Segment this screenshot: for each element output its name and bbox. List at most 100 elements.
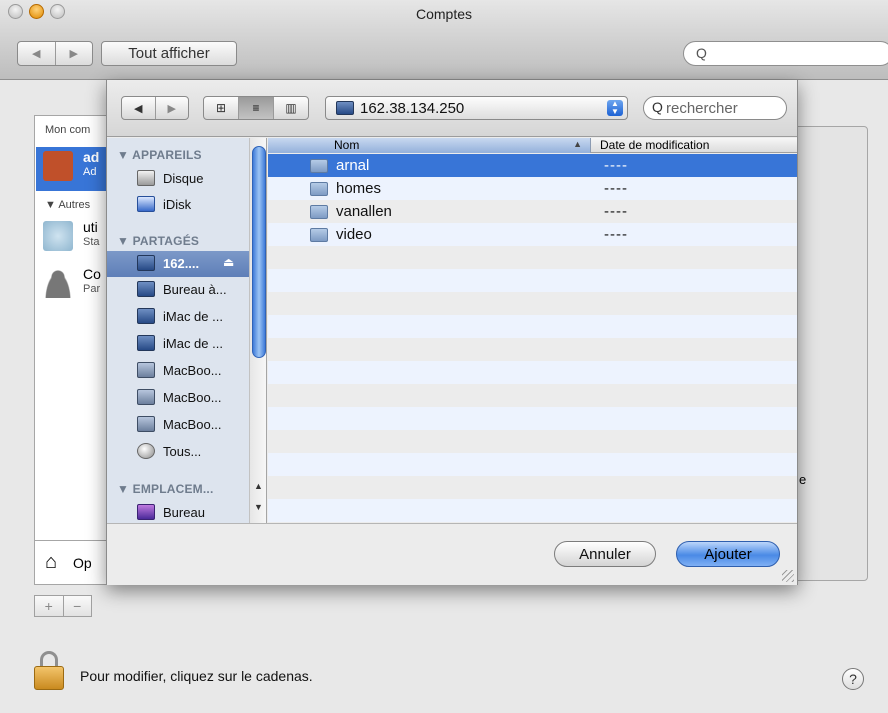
preferences-search-input[interactable]: Q [683,41,888,66]
sidebar-item-imac-1[interactable]: iMac de ... [107,304,249,330]
column-name-header[interactable]: Nom ▲ [268,138,591,153]
hidden-text-fragment: e [799,472,807,487]
home-icon: ⌂ [45,551,58,573]
empty-row [268,407,797,430]
accounts-window: Comptes ◀ ▶ Tout afficher Q Mon com ad A… [0,0,888,713]
file-list: Nom ▲ Date de modification arnal ---- ho… [268,138,797,523]
empty-row [268,246,797,269]
show-all-button[interactable]: Tout afficher [101,41,237,66]
empty-row [268,361,797,384]
sheet-search-input[interactable]: Q rechercher [643,96,787,120]
sheet-button-bar: Annuler Ajouter [107,523,797,585]
empty-row [268,476,797,499]
list-view-icon[interactable]: ≡ [238,97,273,119]
sheet-back-forward: ◀ ▶ [121,96,189,120]
window-title: Comptes [415,6,473,22]
scroll-up-icon[interactable]: ▲ [254,481,263,491]
back-arrow-icon[interactable]: ◀ [122,97,155,119]
server-icon [336,101,354,115]
sort-ascending-icon: ▲ [573,139,582,149]
sidebar-item-idisk[interactable]: iDisk [107,192,249,218]
file-row[interactable]: arnal ---- [268,154,797,177]
forward-arrow-icon[interactable]: ▶ [54,42,93,65]
my-account-header: Mon com [45,124,91,136]
help-button[interactable]: ? [842,668,864,690]
lock-icon[interactable] [34,651,64,691]
other-accounts-header: ▼ Autres [45,199,91,211]
guest-avatar [43,268,73,298]
resize-grip-icon[interactable] [782,570,794,582]
empty-row [268,453,797,476]
sidebar-item-bureau-distant[interactable]: Bureau à... [107,277,249,303]
sidebar-scroll-thumb[interactable] [252,146,266,358]
open-sheet: ◀ ▶ ⊞ ≡ ▥ 162.38.134.250 ▲ ▼ Q rechercher… [106,80,798,585]
file-list-header: Nom ▲ Date de modification [268,138,797,153]
empty-row [268,292,797,315]
icon-view-icon[interactable]: ⊞ [204,97,238,119]
user-role: Sta [83,236,100,248]
admin-name: ad [83,149,100,165]
places-header[interactable]: ▼ EMPLACEM... [117,482,213,496]
sidebar-item-macbook-2[interactable]: MacBoo... [107,385,249,411]
sidebar-item-server[interactable]: 162.... ⏏ [107,251,249,277]
server-icon [137,255,155,271]
sheet-toolbar: ◀ ▶ ⊞ ≡ ▥ 162.38.134.250 ▲ ▼ Q rechercher [107,80,797,137]
monitor-icon [137,281,155,297]
sidebar-item-bureau[interactable]: Bureau [107,500,249,523]
file-rows: arnal ---- homes ---- vanallen ---- vide… [268,154,797,523]
disk-icon [137,170,155,186]
sidebar-item-imac-2[interactable]: iMac de ... [107,331,249,357]
login-options-label: Op [73,555,92,571]
search-icon: Q [652,99,663,115]
titlebar: Comptes ◀ ▶ Tout afficher Q [0,0,888,80]
eject-icon[interactable]: ⏏ [223,255,234,269]
back-forward-control: ◀ ▶ [17,41,93,66]
sidebar-item-all[interactable]: Tous... [107,439,249,465]
laptop-icon [137,362,155,378]
file-row[interactable]: video ---- [268,223,797,246]
folder-icon [310,228,328,242]
folder-icon [310,182,328,196]
cancel-button[interactable]: Annuler [554,541,656,567]
laptop-icon [137,389,155,405]
admin-avatar [43,151,73,181]
sidebar: ▼ APPAREILS Disque iDisk ▼ PARTAGÉS 162.… [107,138,267,523]
file-row[interactable]: homes ---- [268,177,797,200]
add-account-button[interactable]: + [35,596,63,616]
shared-header[interactable]: ▼ PARTAGÉS [117,234,199,248]
empty-row [268,384,797,407]
search-placeholder: rechercher [666,100,738,117]
back-arrow-icon[interactable]: ◀ [18,42,55,65]
folder-icon [310,159,328,173]
remove-account-button[interactable]: − [62,596,92,616]
user-avatar [43,221,73,251]
scroll-down-icon[interactable]: ▼ [254,502,263,512]
file-row[interactable]: vanallen ---- [268,200,797,223]
add-remove-account-control: + − [34,595,92,617]
view-mode-control: ⊞ ≡ ▥ [203,96,309,120]
idisk-icon [137,196,155,212]
sidebar-item-disque[interactable]: Disque [107,166,249,192]
add-button[interactable]: Ajouter [676,541,780,567]
empty-row [268,499,797,522]
monitor-icon [137,335,155,351]
forward-arrow-icon[interactable]: ▶ [154,97,189,119]
sidebar-item-macbook-1[interactable]: MacBoo... [107,358,249,384]
monitor-icon [137,308,155,324]
location-popup[interactable]: 162.38.134.250 ▲ ▼ [325,96,628,120]
guest-name: Co [83,266,101,282]
admin-role: Ad [83,166,97,178]
sidebar-item-macbook-3[interactable]: MacBoo... [107,412,249,438]
empty-row [268,269,797,292]
sidebar-scrollbar[interactable]: ▲ ▼ [249,138,266,523]
empty-row [268,338,797,361]
column-view-icon[interactable]: ▥ [273,97,308,119]
folder-icon [310,205,328,219]
column-modified-header[interactable]: Date de modification [600,138,709,152]
desktop-icon [137,504,155,520]
laptop-icon [137,416,155,432]
devices-header[interactable]: ▼ APPAREILS [117,148,202,162]
lock-message: Pour modifier, cliquez sur le cadenas. [80,668,313,684]
empty-row [268,315,797,338]
popup-arrows-icon: ▲ ▼ [607,100,623,116]
